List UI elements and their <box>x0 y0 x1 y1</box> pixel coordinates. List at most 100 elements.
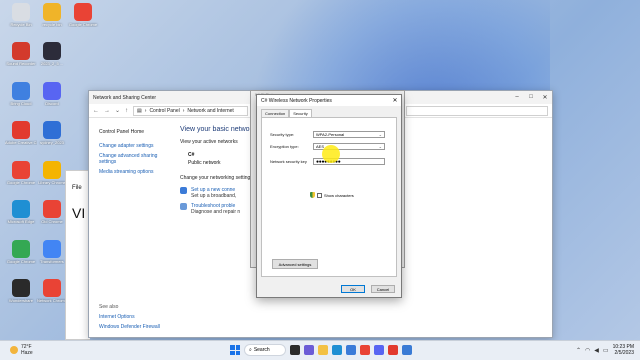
active-networks-label: View your active networks <box>180 139 238 145</box>
app-icon <box>43 42 61 60</box>
breadcrumb-network-internet[interactable]: Network and Internet <box>187 108 233 114</box>
desktop-icon[interactable]: Transformers <box>36 240 68 276</box>
taskbar-apps: ⌕ Search <box>230 344 412 356</box>
app-icon <box>43 279 61 297</box>
app-icon <box>74 3 92 21</box>
desktop-icon[interactable]: Wondershare <box>5 279 37 315</box>
uac-shield-icon <box>310 192 315 198</box>
security-type-row: Security type: WPA2-Personal ⌄ <box>270 131 385 138</box>
breadcrumb-sep-icon: › <box>144 107 147 114</box>
security-type-select[interactable]: WPA2-Personal ⌄ <box>313 131 385 138</box>
store-icon[interactable] <box>346 345 356 355</box>
desktop-icon[interactable]: Google Chrome <box>67 3 99 39</box>
cancel-button[interactable]: Cancel <box>371 285 395 293</box>
new-connection-task[interactable]: Set up a new conne Set up a broadband, <box>180 187 260 199</box>
change-advanced-sharing-link[interactable]: Change advanced sharing settings <box>99 153 169 165</box>
app-icon <box>12 240 30 258</box>
file-explorer-icon[interactable] <box>318 345 328 355</box>
desktop-icon[interactable]: Library Chrome <box>36 161 68 197</box>
main-content: View your basic network View your active… <box>180 126 260 215</box>
close-button[interactable]: ✕ <box>538 94 552 101</box>
change-settings-label: Change your networking setting <box>180 175 251 181</box>
minimize-button[interactable]: – <box>510 94 524 101</box>
app-icon <box>43 121 61 139</box>
network-setup-icon <box>180 187 187 194</box>
search-label: Search <box>253 347 270 353</box>
chrome-icon[interactable] <box>360 345 370 355</box>
chevron-down-icon[interactable]: ⌄ <box>115 107 120 114</box>
media-streaming-link[interactable]: Media streaming options <box>99 169 169 175</box>
tab-connection[interactable]: Connection <box>261 109 290 117</box>
desktop-icon-label: sydney_2023 <box>40 140 64 145</box>
app-icon[interactable] <box>388 345 398 355</box>
edge-icon[interactable] <box>332 345 342 355</box>
page-title: View your basic network <box>180 126 256 133</box>
desktop-icon[interactable]: Recycle Bin <box>5 3 37 39</box>
breadcrumb[interactable]: ▤ › Control Panel › Network and Internet <box>133 105 249 116</box>
start-button[interactable] <box>230 345 240 355</box>
file-explorer-window: File VI <box>65 170 90 340</box>
firewall-link[interactable]: Windows Defender Firewall <box>99 324 160 330</box>
desktop-icon[interactable]: Google Chrome <box>5 240 37 276</box>
desktop-icon[interactable]: Sound Recorder <box>5 42 37 78</box>
wifi-icon[interactable]: ◠ <box>585 347 590 354</box>
desktop-icon[interactable]: Discord <box>36 82 68 118</box>
troubleshoot-task[interactable]: Troubleshoot proble Diagnose and repair … <box>180 203 260 215</box>
security-type-value: WPA2-Personal <box>316 132 345 137</box>
desktop-icon[interactable]: Network Chrome <box>36 279 68 315</box>
battery-icon[interactable]: ▭ <box>603 347 609 354</box>
desktop-icon[interactable]: recycle bin <box>36 3 68 39</box>
desktop-icon[interactable]: Google Chrome <box>5 161 37 197</box>
search-icon: ⌕ <box>249 347 252 353</box>
desktop-icon[interactable]: Adobe Creative Cloud <box>5 121 37 157</box>
taskbar-search[interactable]: ⌕ Search <box>244 344 286 356</box>
app-icon <box>43 200 61 218</box>
desktop-icon-label: recycle bin <box>42 22 62 27</box>
cursor-highlight <box>322 145 340 163</box>
control-panel-home-link[interactable]: Control Panel Home <box>99 129 169 135</box>
troubleshoot-icon <box>180 203 187 210</box>
app-icon <box>43 82 61 100</box>
desktop-icon-label: Library Chrome <box>38 180 66 185</box>
app-icon <box>43 240 61 258</box>
close-icon[interactable]: ✕ <box>389 97 401 104</box>
desktop-icon[interactable]: Microsoft Edge <box>5 200 37 236</box>
advanced-settings-button[interactable]: Advanced settings <box>272 259 318 269</box>
encryption-type-label: Encryption type: <box>270 144 299 149</box>
desktop-icon-label: Transformers <box>40 259 64 264</box>
desktop-icon[interactable]: Old Chrome <box>36 200 68 236</box>
chevron-up-icon[interactable]: ⌃ <box>576 347 581 354</box>
show-characters-row[interactable]: Show characters <box>310 192 354 198</box>
chevron-down-icon: ⌄ <box>378 144 382 149</box>
desktop-icon[interactable]: 2023_2_5 ... <box>36 42 68 78</box>
task-view-icon[interactable] <box>290 345 300 355</box>
date: 2/5/2023 <box>614 350 634 356</box>
search-input[interactable] <box>406 105 548 116</box>
desktop-icon-label: Google Chrome <box>6 180 36 185</box>
discord-icon[interactable] <box>374 345 384 355</box>
desktop-icon-label: Discord <box>45 101 59 106</box>
change-adapter-settings-link[interactable]: Change adapter settings <box>99 143 169 149</box>
control-panel-taskbar-icon[interactable] <box>402 345 412 355</box>
tab-security[interactable]: Security <box>289 109 312 117</box>
up-arrow-icon[interactable]: ↑ <box>125 108 128 114</box>
system-tray: ⌃ ◠ ◀ ▭ 10:23 PM 2/5/2023 <box>576 344 634 356</box>
volume-icon[interactable]: ◀ <box>594 347 599 354</box>
ok-button[interactable]: OK <box>341 285 365 293</box>
breadcrumb-control-panel[interactable]: Control Panel <box>149 108 179 114</box>
app-icon <box>12 82 30 100</box>
internet-options-link[interactable]: Internet Options <box>99 314 160 320</box>
weather-widget[interactable]: 72°F Haze <box>10 344 33 356</box>
teams-icon[interactable] <box>304 345 314 355</box>
app-icon <box>12 121 30 139</box>
desktop-icon[interactable]: sydney_2023 <box>36 121 68 157</box>
forward-arrow-icon[interactable]: → <box>104 108 110 114</box>
show-characters-checkbox[interactable] <box>317 192 322 198</box>
weather-condition: Haze <box>21 350 33 356</box>
back-arrow-icon[interactable]: ← <box>93 108 99 114</box>
maximize-button[interactable]: □ <box>524 94 538 101</box>
see-also-heading: See also <box>99 304 119 310</box>
desktop-icon[interactable]: Bring Cloud <box>5 82 37 118</box>
troubleshoot-desc: Diagnose and repair n <box>191 209 241 215</box>
clock[interactable]: 10:23 PM 2/5/2023 <box>613 344 634 356</box>
